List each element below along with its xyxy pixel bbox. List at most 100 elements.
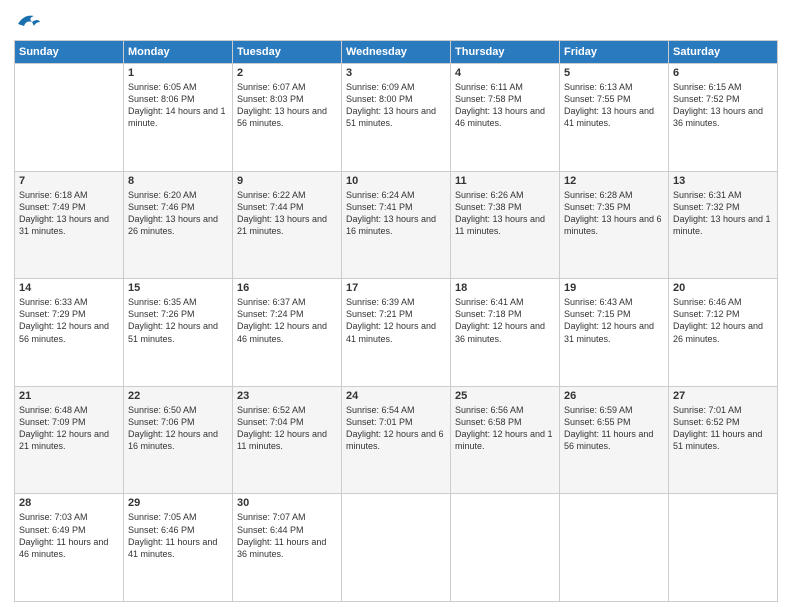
day-number: 25 <box>455 390 555 402</box>
day-number: 19 <box>564 282 664 294</box>
day-number: 1 <box>128 67 228 79</box>
day-info: Sunrise: 6:28 AMSunset: 7:35 PMDaylight:… <box>564 189 664 238</box>
calendar-cell: 12 Sunrise: 6:28 AMSunset: 7:35 PMDayligh… <box>560 171 669 279</box>
day-info: Sunrise: 6:43 AMSunset: 7:15 PMDaylight:… <box>564 296 664 345</box>
day-info: Sunrise: 6:41 AMSunset: 7:18 PMDaylight:… <box>455 296 555 345</box>
calendar-cell: 16 Sunrise: 6:37 AMSunset: 7:24 PMDayligh… <box>233 279 342 387</box>
calendar-cell: 11 Sunrise: 6:26 AMSunset: 7:38 PMDayligh… <box>451 171 560 279</box>
calendar-table: SundayMondayTuesdayWednesdayThursdayFrid… <box>14 40 778 602</box>
day-info: Sunrise: 6:52 AMSunset: 7:04 PMDaylight:… <box>237 404 337 453</box>
day-info: Sunrise: 6:31 AMSunset: 7:32 PMDaylight:… <box>673 189 773 238</box>
calendar-cell: 1Sunrise: 6:05 AMSunset: 8:06 PMDaylight… <box>124 64 233 172</box>
calendar-cell <box>451 494 560 602</box>
day-number: 17 <box>346 282 446 294</box>
calendar-cell: 26 Sunrise: 6:59 AMSunset: 6:55 PMDayligh… <box>560 386 669 494</box>
week-row-2: 7 Sunrise: 6:18 AMSunset: 7:49 PMDaylight… <box>15 171 778 279</box>
day-number: 12 <box>564 175 664 187</box>
calendar-cell <box>560 494 669 602</box>
calendar-cell: 2 Sunrise: 6:07 AMSunset: 8:03 PMDaylight… <box>233 64 342 172</box>
day-number: 23 <box>237 390 337 402</box>
day-info: Sunrise: 6:50 AMSunset: 7:06 PMDaylight:… <box>128 404 228 453</box>
col-header-tuesday: Tuesday <box>233 41 342 64</box>
day-number: 2 <box>237 67 337 79</box>
day-number: 8 <box>128 175 228 187</box>
day-info: Sunrise: 6:56 AMSunset: 6:58 PMDaylight:… <box>455 404 555 453</box>
day-number: 9 <box>237 175 337 187</box>
day-info: Sunrise: 6:35 AMSunset: 7:26 PMDaylight:… <box>128 296 228 345</box>
col-header-saturday: Saturday <box>669 41 778 64</box>
col-header-monday: Monday <box>124 41 233 64</box>
day-info: Sunrise: 7:01 AMSunset: 6:52 PMDaylight:… <box>673 404 773 453</box>
day-info: Sunrise: 6:24 AMSunset: 7:41 PMDaylight:… <box>346 189 446 238</box>
day-number: 21 <box>19 390 119 402</box>
calendar-cell: 8 Sunrise: 6:20 AMSunset: 7:46 PMDaylight… <box>124 171 233 279</box>
day-number: 30 <box>237 497 337 509</box>
day-number: 5 <box>564 67 664 79</box>
day-number: 15 <box>128 282 228 294</box>
page: SundayMondayTuesdayWednesdayThursdayFrid… <box>0 0 792 612</box>
day-info: Sunrise: 6:39 AMSunset: 7:21 PMDaylight:… <box>346 296 446 345</box>
day-number: 22 <box>128 390 228 402</box>
day-info: Sunrise: 6:07 AMSunset: 8:03 PMDaylight:… <box>237 81 337 130</box>
week-row-4: 21Sunrise: 6:48 AMSunset: 7:09 PMDayligh… <box>15 386 778 494</box>
calendar-cell: 30 Sunrise: 7:07 AMSunset: 6:44 PMDayligh… <box>233 494 342 602</box>
header <box>14 10 778 32</box>
calendar-cell: 27 Sunrise: 7:01 AMSunset: 6:52 PMDayligh… <box>669 386 778 494</box>
day-number: 27 <box>673 390 773 402</box>
week-row-1: 1Sunrise: 6:05 AMSunset: 8:06 PMDaylight… <box>15 64 778 172</box>
calendar-cell: 13 Sunrise: 6:31 AMSunset: 7:32 PMDayligh… <box>669 171 778 279</box>
day-number: 29 <box>128 497 228 509</box>
calendar-cell: 24 Sunrise: 6:54 AMSunset: 7:01 PMDayligh… <box>342 386 451 494</box>
calendar-cell: 14 Sunrise: 6:33 AMSunset: 7:29 PMDayligh… <box>15 279 124 387</box>
day-number: 18 <box>455 282 555 294</box>
day-info: Sunrise: 6:09 AMSunset: 8:00 PMDaylight:… <box>346 81 446 130</box>
col-header-wednesday: Wednesday <box>342 41 451 64</box>
day-info: Sunrise: 6:20 AMSunset: 7:46 PMDaylight:… <box>128 189 228 238</box>
day-info: Sunrise: 6:54 AMSunset: 7:01 PMDaylight:… <box>346 404 446 453</box>
calendar-cell: 4Sunrise: 6:11 AMSunset: 7:58 PMDaylight… <box>451 64 560 172</box>
day-number: 28 <box>19 497 119 509</box>
calendar-cell: 18 Sunrise: 6:41 AMSunset: 7:18 PMDayligh… <box>451 279 560 387</box>
day-info: Sunrise: 7:07 AMSunset: 6:44 PMDaylight:… <box>237 511 337 560</box>
day-number: 24 <box>346 390 446 402</box>
calendar-cell: 17 Sunrise: 6:39 AMSunset: 7:21 PMDayligh… <box>342 279 451 387</box>
calendar-cell: 21Sunrise: 6:48 AMSunset: 7:09 PMDayligh… <box>15 386 124 494</box>
day-number: 10 <box>346 175 446 187</box>
day-number: 11 <box>455 175 555 187</box>
day-info: Sunrise: 6:15 AMSunset: 7:52 PMDaylight:… <box>673 81 773 130</box>
calendar-cell <box>15 64 124 172</box>
calendar-cell: 28Sunrise: 7:03 AMSunset: 6:49 PMDayligh… <box>15 494 124 602</box>
day-number: 7 <box>19 175 119 187</box>
col-header-thursday: Thursday <box>451 41 560 64</box>
day-info: Sunrise: 6:33 AMSunset: 7:29 PMDaylight:… <box>19 296 119 345</box>
calendar-cell: 15 Sunrise: 6:35 AMSunset: 7:26 PMDayligh… <box>124 279 233 387</box>
day-info: Sunrise: 6:26 AMSunset: 7:38 PMDaylight:… <box>455 189 555 238</box>
day-info: Sunrise: 6:18 AMSunset: 7:49 PMDaylight:… <box>19 189 119 238</box>
calendar-cell: 20Sunrise: 6:46 AMSunset: 7:12 PMDayligh… <box>669 279 778 387</box>
day-info: Sunrise: 7:05 AMSunset: 6:46 PMDaylight:… <box>128 511 228 560</box>
day-info: Sunrise: 6:37 AMSunset: 7:24 PMDaylight:… <box>237 296 337 345</box>
calendar-cell: 10 Sunrise: 6:24 AMSunset: 7:41 PMDayligh… <box>342 171 451 279</box>
day-number: 20 <box>673 282 773 294</box>
day-info: Sunrise: 6:13 AMSunset: 7:55 PMDaylight:… <box>564 81 664 130</box>
day-info: Sunrise: 6:22 AMSunset: 7:44 PMDaylight:… <box>237 189 337 238</box>
calendar-cell: 19 Sunrise: 6:43 AMSunset: 7:15 PMDayligh… <box>560 279 669 387</box>
calendar-cell: 23 Sunrise: 6:52 AMSunset: 7:04 PMDayligh… <box>233 386 342 494</box>
day-info: Sunrise: 6:59 AMSunset: 6:55 PMDaylight:… <box>564 404 664 453</box>
day-number: 16 <box>237 282 337 294</box>
logo-icon <box>14 10 42 32</box>
calendar-cell: 25 Sunrise: 6:56 AMSunset: 6:58 PMDayligh… <box>451 386 560 494</box>
day-number: 4 <box>455 67 555 79</box>
calendar-cell: 6 Sunrise: 6:15 AMSunset: 7:52 PMDaylight… <box>669 64 778 172</box>
col-header-sunday: Sunday <box>15 41 124 64</box>
logo <box>14 10 46 32</box>
day-number: 3 <box>346 67 446 79</box>
day-number: 26 <box>564 390 664 402</box>
day-number: 14 <box>19 282 119 294</box>
calendar-cell <box>669 494 778 602</box>
week-row-3: 14 Sunrise: 6:33 AMSunset: 7:29 PMDayligh… <box>15 279 778 387</box>
day-number: 13 <box>673 175 773 187</box>
calendar-cell: 22 Sunrise: 6:50 AMSunset: 7:06 PMDayligh… <box>124 386 233 494</box>
day-number: 6 <box>673 67 773 79</box>
col-header-friday: Friday <box>560 41 669 64</box>
